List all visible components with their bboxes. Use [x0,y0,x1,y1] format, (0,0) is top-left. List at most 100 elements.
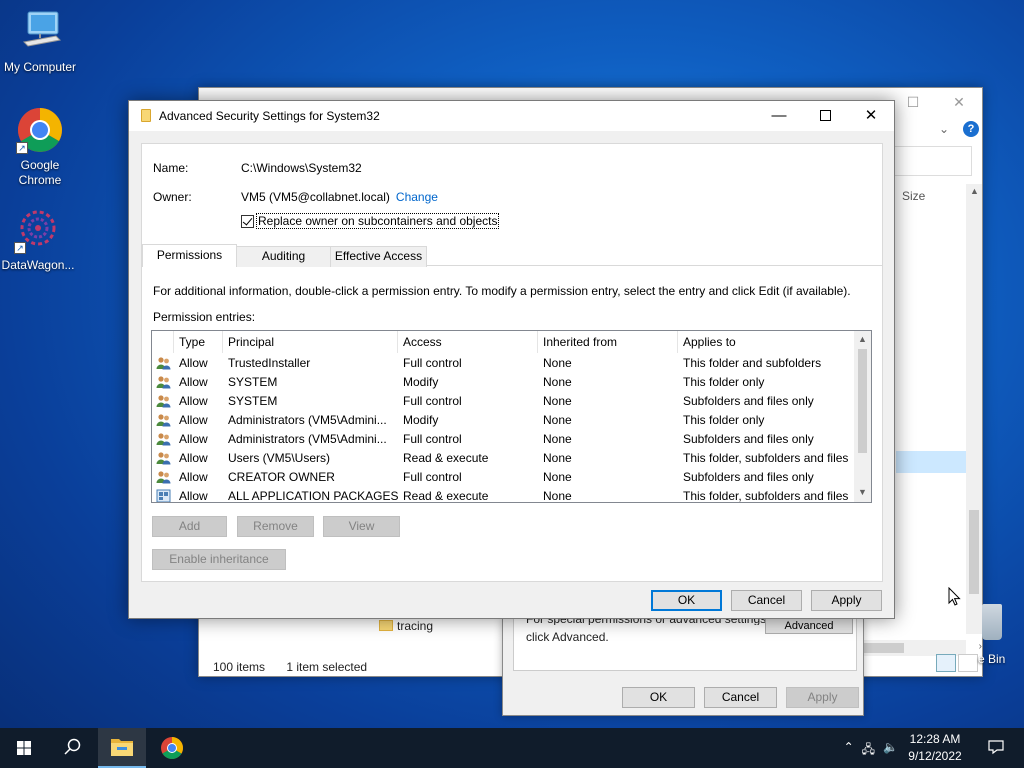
cell-inherited-from: None [543,451,572,465]
list-vertical-scrollbar[interactable]: ▲ ▼ [854,331,871,502]
cancel-button[interactable]: Cancel [704,687,777,708]
cell-inherited-from: None [543,356,572,370]
search-button[interactable] [48,728,96,768]
owner-label: Owner: [153,190,192,204]
clock[interactable]: 12:28 AM 9/12/2022 [904,731,966,765]
cell-type: Allow [179,470,208,484]
list-item-tracing[interactable]: tracing [379,619,433,633]
minimize-icon[interactable]: — [756,101,802,131]
cell-applies-to: This folder only [683,375,765,389]
add-button[interactable]: Add [152,516,227,537]
chevron-down-icon[interactable]: ⌄ [939,122,949,136]
advanced-button[interactable]: Advanced [765,618,853,634]
scrollbar-thumb[interactable] [858,349,867,453]
replace-owner-label[interactable]: Replace owner on subcontainers and objec… [256,213,500,229]
cell-applies-to: This folder, subfolders and files [683,451,849,465]
shortcut-arrow-icon: ↗ [14,242,26,254]
column-header-inherited-from[interactable]: Inherited from [543,335,617,349]
chrome-icon: ↗ [16,106,64,154]
column-header-size[interactable]: Size [902,189,925,203]
close-icon[interactable]: ✕ [936,88,982,118]
windows-logo-icon [17,741,31,755]
scroll-up-icon[interactable]: ▲ [854,334,871,344]
cell-applies-to: Subfolders and files only [683,432,814,446]
scrollbar-thumb[interactable] [969,510,979,594]
change-owner-link[interactable]: Change [396,190,438,204]
desktop-icon-datawagon[interactable]: ↗ DataWagon... [0,206,78,273]
users-icon [156,432,171,446]
large-icons-view-icon[interactable] [958,654,978,672]
explorer-title-controls: ☐ ✕ [890,88,982,118]
table-row[interactable]: Allow ALL APPLICATION PACKAGES Read & exec… [152,487,856,503]
users-icon [156,451,171,465]
desktop-icon-label: e Bin [978,652,1006,666]
desktop-icon-label: DataWagon... [1,258,75,272]
cell-type: Allow [179,394,208,408]
table-row[interactable]: Allow TrustedInstaller Full control None Thi… [152,354,856,373]
column-header-principal[interactable]: Principal [228,335,274,349]
cell-type: Allow [179,413,208,427]
cell-type: Allow [179,451,208,465]
tab-auditing[interactable]: Auditing [236,246,331,267]
file-explorer-icon [111,739,133,756]
cell-inherited-from: None [543,375,572,389]
network-icon[interactable]: 🖧 [862,740,875,761]
enable-inheritance-button[interactable]: Enable inheritance [152,549,286,570]
details-view-icon[interactable] [936,654,956,672]
cell-access: Full control [403,356,462,370]
close-icon: ✕ [864,107,878,124]
list-header: Type Principal Access Inherited from App… [152,331,856,353]
help-icon[interactable]: ? [963,121,979,137]
table-row[interactable]: Allow SYSTEM Full control None Subfolders an… [152,392,856,411]
cancel-button[interactable]: Cancel [731,590,802,611]
replace-owner-checkbox[interactable] [241,214,254,228]
dialog-title-bar[interactable]: Advanced Security Settings for System32 … [129,101,894,131]
desktop-icon-google-chrome[interactable]: ↗ Google Chrome [0,106,80,188]
column-header-applies-to[interactable]: Applies to [683,335,736,349]
ok-button[interactable]: OK [622,687,695,708]
table-row[interactable]: Allow Administrators (VM5\Admini... Full c… [152,430,856,449]
tab-effective-access[interactable]: Effective Access [330,246,427,267]
scroll-down-icon[interactable]: ▼ [854,487,871,497]
cell-principal: Users (VM5\Users) [228,451,331,465]
advanced-hint: For special permissions or advanced sett… [526,619,769,644]
explorer-vertical-scrollbar[interactable]: ▲ [966,184,982,634]
cell-applies-to: Subfolders and files only [683,394,814,408]
table-row[interactable]: Allow Users (VM5\Users) Read & execute None… [152,449,856,468]
cell-access: Modify [403,413,439,427]
taskbar-file-explorer[interactable] [98,728,146,768]
apply-button[interactable]: Apply [811,590,882,611]
column-header-access[interactable]: Access [403,335,442,349]
advanced-security-settings-dialog: Advanced Security Settings for System32 … [128,100,895,619]
desktop-icon-my-computer[interactable]: My Computer [0,8,80,75]
view-button[interactable]: View [323,516,400,537]
status-selection: 1 item selected [286,660,368,674]
maximize-button[interactable] [802,101,848,131]
table-row[interactable]: Allow SYSTEM Modify None This folder only [152,373,856,392]
maximize-icon[interactable]: ☐ [890,88,936,118]
desktop-icon-recycle-bin[interactable]: e Bin [978,604,1024,674]
ok-button[interactable]: OK [651,590,722,611]
replace-owner-option[interactable]: Replace owner on subcontainers and objec… [241,213,500,229]
selected-row-highlight[interactable] [896,451,966,473]
search-input[interactable] [894,146,972,176]
scroll-up-icon[interactable]: ▲ [970,186,979,196]
remove-button[interactable]: Remove [237,516,314,537]
tab-permissions[interactable]: Permissions [142,244,237,267]
maximize-icon [819,110,831,121]
table-row[interactable]: Allow Administrators (VM5\Admini... Modify… [152,411,856,430]
apply-button[interactable]: Apply [786,687,859,708]
cell-applies-to: This folder and subfolders [683,356,822,370]
permission-entries-list[interactable]: Type Principal Access Inherited from App… [151,330,872,503]
cell-inherited-from: None [543,413,572,427]
close-button[interactable]: ✕ [848,101,894,131]
volume-icon[interactable]: 🔈 [883,740,898,761]
cell-type: Allow [179,489,208,503]
taskbar-chrome[interactable] [148,728,196,768]
table-row[interactable]: Allow CREATOR OWNER Full control None Subfol… [152,468,856,487]
column-header-type[interactable]: Type [179,335,205,349]
cell-principal: Administrators (VM5\Admini... [228,432,387,446]
notifications-icon[interactable] [988,739,1004,758]
start-button[interactable] [0,728,48,768]
chevron-up-icon[interactable]: ⌃ [844,740,854,761]
